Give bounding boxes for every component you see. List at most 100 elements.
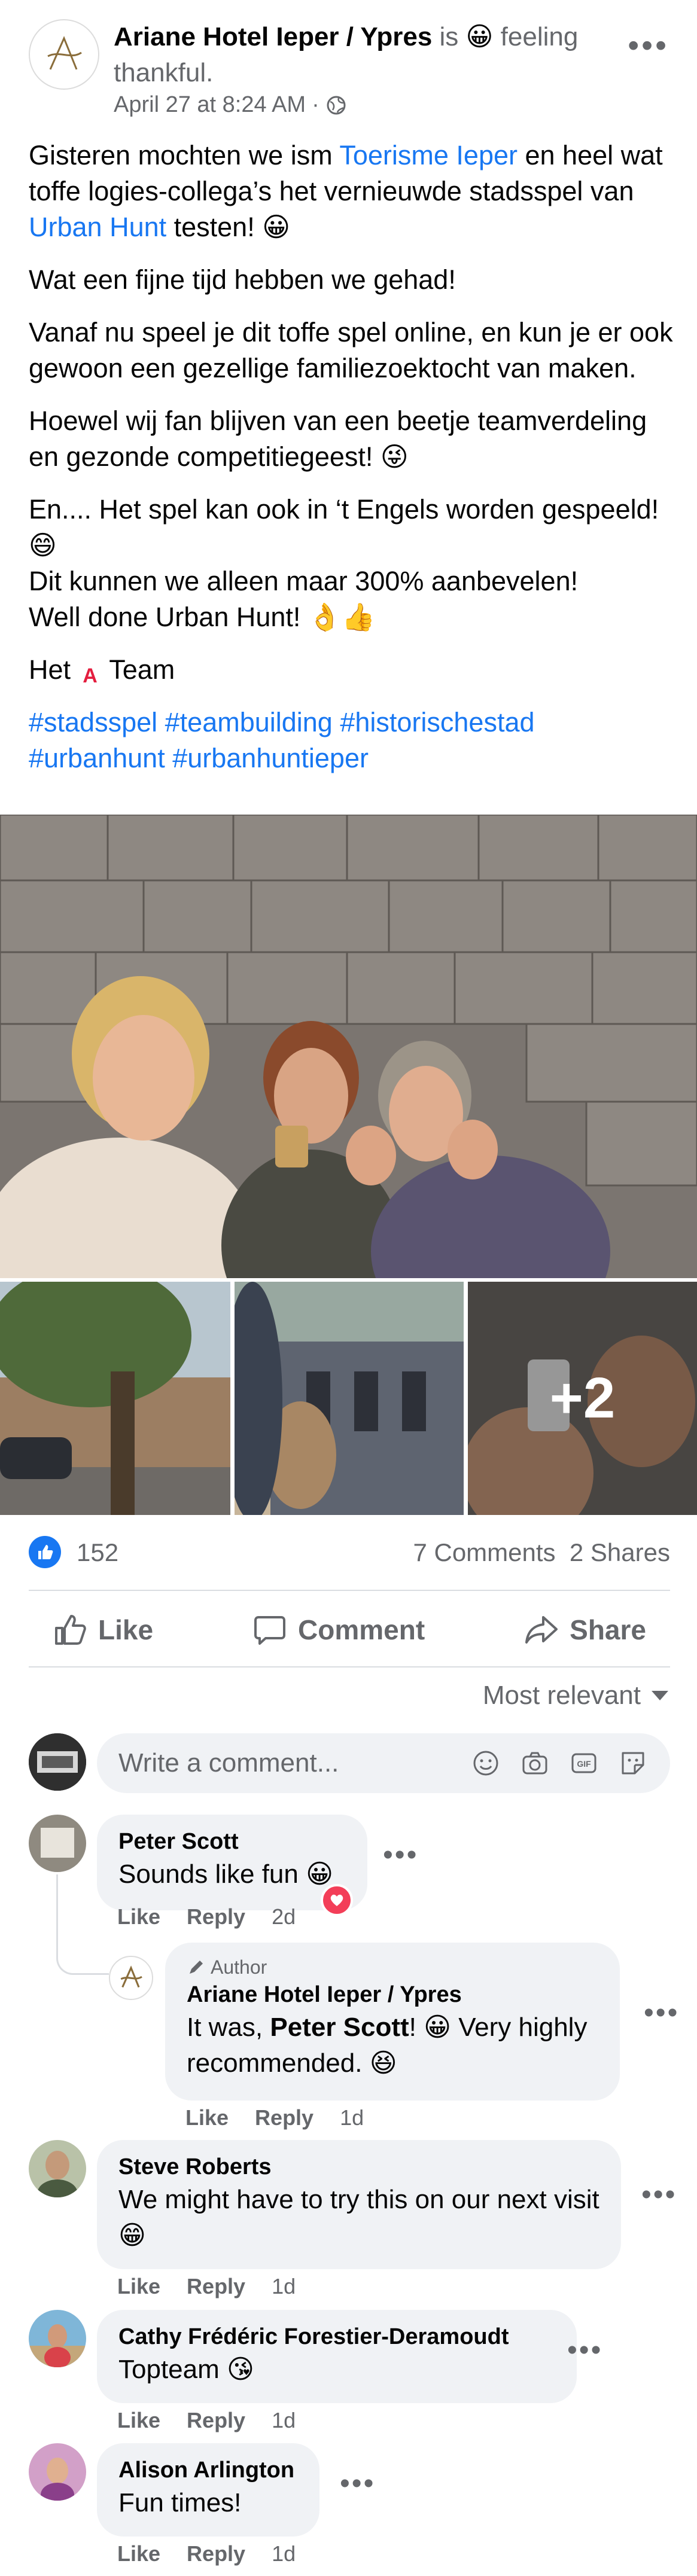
post-actions: Like Comment Share	[29, 1594, 670, 1666]
text-line: En.... Het spel kan ook in ‘t Engels wor…	[29, 494, 659, 560]
gif-icon[interactable]: GIF	[568, 1748, 599, 1779]
post-header: Ariane Hotel Ieper / Ypres is 😀 feeling …	[29, 19, 669, 127]
comment-more-button[interactable]: •••	[641, 2178, 677, 2211]
like-reaction-icon[interactable]	[29, 1536, 61, 1568]
like-button-label: Like	[98, 1614, 154, 1645]
page-name-link[interactable]: Ariane Hotel Ieper / Ypres	[114, 22, 432, 51]
comment-actions: Like Reply 1d	[117, 2408, 296, 2433]
text-span: Het	[29, 654, 78, 685]
comment-text: We might have to try this on our next vi…	[118, 2185, 599, 2250]
comment-like-button[interactable]: Like	[117, 2274, 160, 2299]
more-photos-count[interactable]: +2	[468, 1282, 697, 1515]
comment-time[interactable]: 1d	[272, 2541, 296, 2566]
comment-item: Cathy Frédéric Forestier-Deramoudt Topte…	[29, 2310, 670, 2435]
sticker-icon[interactable]	[617, 1748, 649, 1779]
reply-thread-line	[56, 1874, 109, 1975]
hotel-logo-inline: A	[83, 664, 98, 687]
reaction-count[interactable]: 152	[77, 1538, 118, 1567]
comment-more-button[interactable]: •••	[383, 1839, 418, 1871]
tree-photo	[0, 1282, 230, 1515]
toerisme-ieper-link[interactable]: Toerisme Ieper	[339, 140, 518, 170]
commenter-name[interactable]: Peter Scott	[118, 1827, 346, 1856]
comment-sort-dropdown[interactable]: Most relevant	[483, 1681, 668, 1711]
comment-reply-button[interactable]: Reply	[187, 2274, 245, 2299]
thumbs-up-icon	[55, 1615, 86, 1645]
photo-thumb-more[interactable]: +2	[468, 1282, 697, 1515]
post-paragraph-6: Het A Team	[29, 652, 675, 688]
comments-count[interactable]: 7 Comments	[413, 1538, 555, 1566]
photo-thumb-stones[interactable]	[235, 1282, 464, 1515]
text-span: testen! 😀	[166, 212, 291, 242]
composer-icons: GIF	[470, 1748, 649, 1779]
mention-link[interactable]: Peter Scott	[270, 2013, 409, 2042]
post-paragraph-1: Gisteren mochten we ism Toerisme Ieper e…	[29, 138, 675, 245]
comment-more-button[interactable]: •••	[644, 1996, 679, 2029]
comment-button[interactable]: Comment	[252, 1612, 425, 1647]
selfie-photo	[0, 815, 697, 1278]
comment-more-button[interactable]: •••	[567, 2334, 602, 2367]
commenter-avatar[interactable]	[29, 2140, 86, 2197]
post-body: Gisteren mochten we ism Toerisme Ieper e…	[29, 138, 675, 793]
comment-button-label: Comment	[298, 1614, 425, 1645]
commenter-name[interactable]: Alison Arlington	[118, 2455, 298, 2485]
comment-time[interactable]: 2d	[272, 1904, 296, 1929]
comment-bubble: Cathy Frédéric Forestier-Deramoudt Topte…	[97, 2310, 577, 2403]
commenter-name[interactable]: Steve Roberts	[118, 2152, 599, 2182]
comment-like-button[interactable]: Like	[117, 2408, 160, 2433]
comment-like-button[interactable]: Like	[117, 1904, 160, 1929]
commenter-avatar[interactable]	[29, 2443, 86, 2501]
urban-hunt-link[interactable]: Urban Hunt	[29, 212, 166, 242]
comment-input[interactable]: Write a comment... GIF	[97, 1733, 670, 1793]
post-paragraph-4: Hoewel wij fan blijven van een beetje te…	[29, 406, 647, 472]
comment-like-button[interactable]: Like	[117, 2541, 160, 2566]
post-paragraph-3: Vanaf nu speel je dit toffe spel online,…	[29, 317, 673, 383]
comment-item: Alison Arlington Fun times! ••• Like Rep…	[29, 2443, 670, 2569]
divider	[29, 1666, 670, 1667]
post-more-button[interactable]: •••	[628, 29, 669, 62]
like-button[interactable]: Like	[53, 1612, 153, 1647]
comment-text: Fun times!	[118, 2488, 242, 2517]
comment-time[interactable]: 1d	[272, 2408, 296, 2433]
comment-reply-button[interactable]: Reply	[187, 2408, 245, 2433]
reactions-summary: 152 7 Comments 2 Shares	[29, 1531, 670, 1573]
text-line: Well done Urban Hunt! 👌👍	[29, 602, 375, 632]
stones-photo	[235, 1282, 464, 1515]
text-span: Team	[102, 654, 175, 685]
post-hashtags[interactable]: #stadsspel #teambuilding #historischesta…	[29, 705, 675, 776]
camera-icon[interactable]	[519, 1748, 550, 1779]
comment-text: Sounds like fun 😀	[118, 1859, 333, 1889]
share-button[interactable]: Share	[524, 1612, 646, 1647]
shares-count[interactable]: 2 Shares	[570, 1538, 670, 1566]
reply-item: Author Ariane Hotel Ieper / Ypres It was…	[109, 1943, 677, 2140]
divider	[29, 1590, 670, 1591]
commenter-name[interactable]: Cathy Frédéric Forestier-Deramoudt	[118, 2322, 555, 2352]
comment-bubble: Steve Roberts We might have to try this …	[97, 2140, 621, 2269]
text-line: Dit kunnen we alleen maar 300% aanbevele…	[29, 566, 579, 596]
comment-icon	[254, 1616, 286, 1645]
author-avatar[interactable]	[109, 1956, 153, 2000]
commenter-avatar[interactable]	[29, 2310, 86, 2367]
meta-separator: ·	[312, 92, 319, 117]
comment-time[interactable]: 1d	[340, 2105, 364, 2130]
is-text: is	[439, 22, 459, 51]
svg-text:GIF: GIF	[577, 1759, 591, 1769]
love-reaction-icon[interactable]	[321, 1884, 353, 1916]
comment-text: It was, Peter Scott! 😀 Very highly recom…	[187, 2010, 598, 2081]
user-avatar	[29, 1733, 86, 1791]
emoji-icon[interactable]	[470, 1748, 501, 1779]
post-photo-main[interactable]	[0, 815, 697, 1278]
comment-reply-button[interactable]: Reply	[255, 2105, 314, 2130]
comment-like-button[interactable]: Like	[185, 2105, 229, 2130]
commenter-avatar[interactable]	[29, 1815, 86, 1872]
post-timestamp[interactable]: April 27 at 8:24 AM	[114, 92, 306, 118]
photo-thumb-tree[interactable]	[0, 1282, 230, 1515]
comment-reply-button[interactable]: Reply	[187, 1904, 245, 1929]
comment-time[interactable]: 1d	[272, 2274, 296, 2299]
page-avatar[interactable]	[29, 19, 99, 90]
comment-reply-button[interactable]: Reply	[187, 2541, 245, 2566]
commenter-name[interactable]: Ariane Hotel Ieper / Ypres	[187, 1980, 598, 2010]
sort-label: Most relevant	[482, 1681, 641, 1710]
comment-more-button[interactable]: •••	[340, 2467, 375, 2500]
comment-actions: Like Reply 1d	[185, 2105, 364, 2130]
share-button-label: Share	[570, 1614, 646, 1645]
